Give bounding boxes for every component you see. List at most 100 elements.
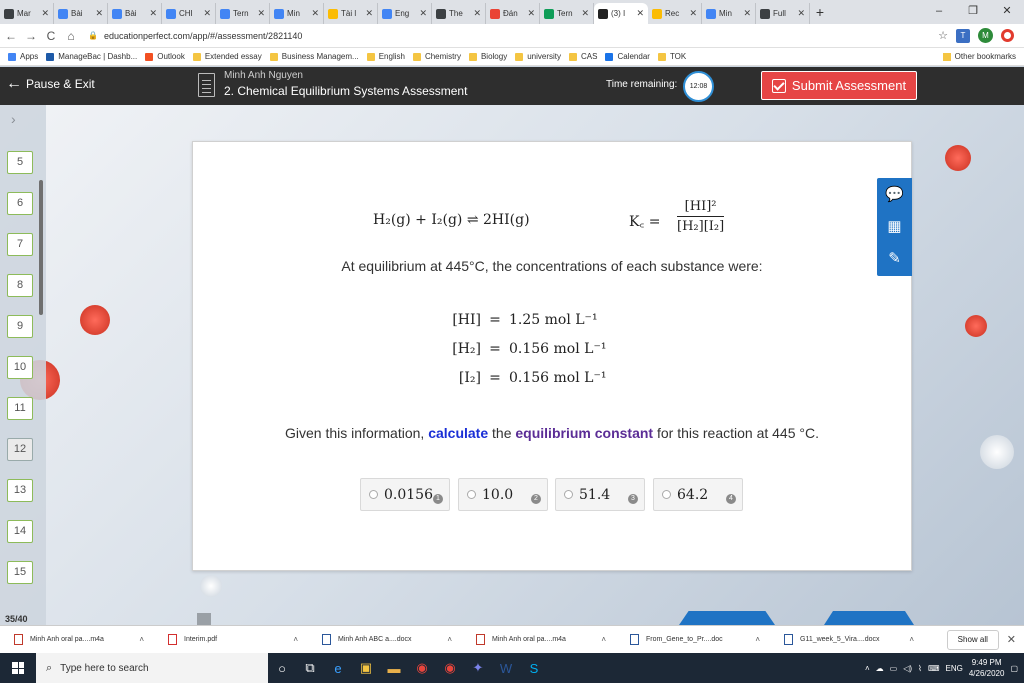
minimize-button[interactable]: – <box>922 0 956 24</box>
close-icon[interactable]: ✕ <box>419 8 427 19</box>
answer-option-3[interactable]: 51.4 3 <box>555 478 645 511</box>
notification-icon[interactable]: ▢ <box>1010 664 1018 673</box>
url-field[interactable]: 🔒 educationperfect.com/app/#/assessment/… <box>88 26 938 46</box>
scrollbar-thumb[interactable] <box>39 180 43 315</box>
close-icon[interactable]: ✕ <box>527 8 535 19</box>
extension-icon[interactable]: T <box>956 28 970 43</box>
close-icon[interactable]: ✕ <box>581 8 589 19</box>
download-item[interactable]: Minh Anh oral pa....m4a ˄ <box>0 634 154 645</box>
wifi-icon[interactable]: ⌇ <box>918 664 922 673</box>
bookmark-item[interactable]: ManageBac | Dashb... <box>46 52 137 61</box>
close-icon[interactable]: ✕ <box>689 8 697 19</box>
calculator-icon[interactable]: ▦ <box>877 211 912 243</box>
browser-tab[interactable]: Bài ✕ <box>54 3 108 24</box>
download-item[interactable]: Interim.pdf ˄ <box>154 634 308 645</box>
download-item[interactable]: Minh Anh oral pa....m4a ˄ <box>462 634 616 645</box>
question-number-12[interactable]: 12 <box>7 438 33 461</box>
radio-button[interactable] <box>662 490 671 499</box>
answer-option-2[interactable]: 10.0 2 <box>458 478 548 511</box>
keyboard-icon[interactable]: ⌨ <box>928 664 940 673</box>
chevron-up-icon[interactable]: ˄ <box>293 635 298 644</box>
browser-tab[interactable]: CHI ✕ <box>162 3 216 24</box>
browser-tab[interactable]: Tài l ✕ <box>324 3 378 24</box>
close-icon[interactable]: ✕ <box>311 8 319 19</box>
question-number-6[interactable]: 6 <box>7 192 33 215</box>
close-icon[interactable]: ✕ <box>203 8 211 19</box>
browser-tab[interactable]: Eng ✕ <box>378 3 432 24</box>
bookmark-item[interactable]: English <box>366 52 405 61</box>
close-icon[interactable]: ✕ <box>365 8 373 19</box>
question-number-14[interactable]: 14 <box>7 520 33 543</box>
other-bookmarks[interactable]: Other bookmarks <box>942 52 1016 61</box>
file-explorer-icon[interactable]: ▬ <box>380 653 408 683</box>
chevron-up-icon[interactable]: ˄ <box>909 635 914 644</box>
bookmark-item[interactable]: TOK <box>657 52 686 61</box>
edge-icon[interactable]: e <box>324 653 352 683</box>
pen-icon[interactable]: ✎ <box>877 243 912 275</box>
answer-option-4[interactable]: 64.2 4 <box>653 478 743 511</box>
teams-icon[interactable]: ✦ <box>464 653 492 683</box>
bookmark-star-icon[interactable]: ☆ <box>938 29 948 42</box>
download-item[interactable]: Minh Anh ABC a....docx ˄ <box>308 634 462 645</box>
bookmark-item[interactable]: university <box>515 52 561 61</box>
browser-tab[interactable]: Đán ✕ <box>486 3 540 24</box>
question-number-10[interactable]: 10 <box>7 356 33 379</box>
reload-icon[interactable]: C <box>42 29 60 43</box>
cortana-icon[interactable]: ○ <box>268 653 296 683</box>
browser-tab[interactable]: Min ✕ <box>702 3 756 24</box>
clock[interactable]: 9:49 PM 4/26/2020 <box>969 657 1005 679</box>
bookmark-item[interactable]: Extended essay <box>192 52 262 61</box>
bookmark-item[interactable]: Biology <box>468 52 507 61</box>
word-icon[interactable]: W <box>492 653 520 683</box>
close-icon[interactable]: ✕ <box>473 8 481 19</box>
battery-icon[interactable]: ▭ <box>890 664 898 673</box>
profile-avatar[interactable]: M <box>978 28 993 43</box>
submit-assessment-button[interactable]: Submit Assessment <box>761 71 917 100</box>
cloud-icon[interactable]: ☁ <box>876 664 884 673</box>
question-number-11[interactable]: 11 <box>7 397 33 420</box>
restore-button[interactable]: ❐ <box>956 0 990 24</box>
browser-tab[interactable]: Tern ✕ <box>216 3 270 24</box>
previous-question-button[interactable] <box>679 611 775 625</box>
browser-tab[interactable]: Tern ✕ <box>540 3 594 24</box>
close-icon[interactable]: ✕ <box>1007 633 1016 646</box>
new-tab-icon[interactable]: + <box>810 4 830 20</box>
browser-tab[interactable]: (3) I ✕ <box>594 3 648 24</box>
question-number-15[interactable]: 15 <box>7 561 33 584</box>
bookmark-item[interactable]: Chemistry <box>412 52 461 61</box>
next-question-button[interactable] <box>824 611 914 625</box>
chrome-icon[interactable]: ◉ <box>408 653 436 683</box>
browser-tab[interactable]: The ✕ <box>432 3 486 24</box>
pause-exit-button[interactable]: ← Pause & Exit <box>6 76 95 92</box>
download-item[interactable]: From_Gene_to_Pr....doc ˄ <box>616 634 770 645</box>
home-icon[interactable]: ⌂ <box>62 29 80 43</box>
browser-tab[interactable]: Mar ✕ <box>0 3 54 24</box>
language-indicator[interactable]: ENG <box>946 664 963 673</box>
task-view-icon[interactable]: ⧉ <box>296 653 324 683</box>
skype-icon[interactable]: S <box>520 653 548 683</box>
close-icon[interactable]: ✕ <box>636 8 644 19</box>
question-number-8[interactable]: 8 <box>7 274 33 297</box>
browser-tab[interactable]: Rec ✕ <box>648 3 702 24</box>
close-icon[interactable]: ✕ <box>797 8 805 19</box>
radio-button[interactable] <box>564 490 573 499</box>
back-arrow-icon[interactable]: ← <box>2 29 20 43</box>
volume-icon[interactable]: ◁) <box>903 664 912 673</box>
close-icon[interactable]: ✕ <box>41 8 49 19</box>
close-icon[interactable]: ✕ <box>743 8 751 19</box>
chevron-up-icon[interactable]: ˄ <box>139 635 144 644</box>
bookmark-item[interactable]: CAS <box>569 52 597 61</box>
close-window-button[interactable]: ✕ <box>990 0 1024 24</box>
chevron-right-icon[interactable]: › <box>11 111 16 127</box>
browser-tab[interactable]: Full ✕ <box>756 3 810 24</box>
chevron-up-icon[interactable]: ˄ <box>755 635 760 644</box>
chevron-up-icon[interactable]: ˄ <box>447 635 452 644</box>
download-item[interactable]: G11_week_5_Vira....docx ˄ <box>770 634 924 645</box>
chevron-up-icon[interactable]: ˄ <box>601 635 606 644</box>
show-all-button[interactable]: Show all <box>946 629 999 650</box>
question-number-7[interactable]: 7 <box>7 233 33 256</box>
question-number-5[interactable]: 5 <box>7 151 33 174</box>
chrome-icon[interactable]: ◉ <box>436 653 464 683</box>
store-icon[interactable]: ▣ <box>352 653 380 683</box>
close-icon[interactable]: ✕ <box>149 8 157 19</box>
